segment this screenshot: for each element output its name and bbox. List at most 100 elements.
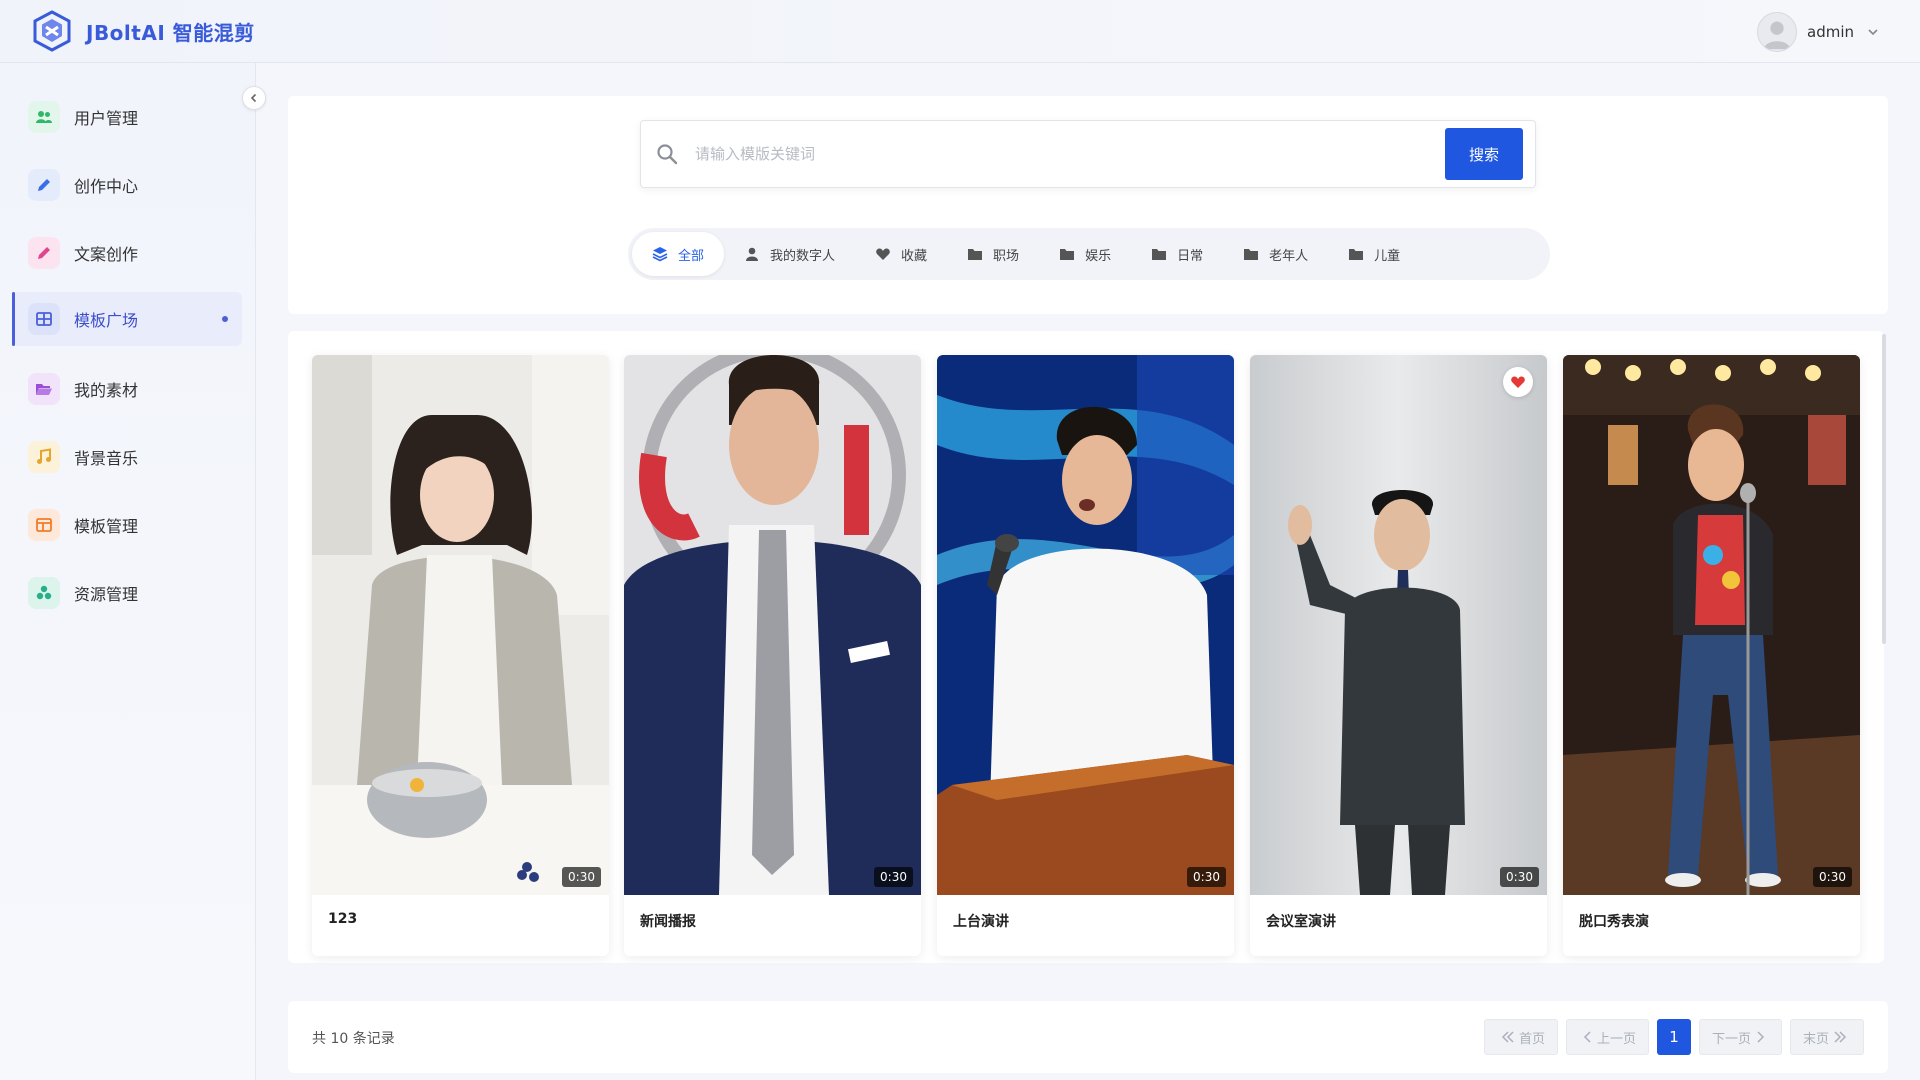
heart-icon [1511, 376, 1525, 388]
filter-entertainment[interactable]: 娱乐 [1039, 232, 1131, 276]
filter-daily[interactable]: 日常 [1131, 232, 1223, 276]
folder-icon [968, 249, 983, 260]
template-thumbnail: 0:30 [1250, 355, 1547, 895]
page-number-current[interactable]: 1 [1656, 1019, 1691, 1055]
layout-icon [28, 509, 60, 541]
template-thumbnail: 0:30 [937, 355, 1234, 895]
next-page-label: 下一页 [1711, 1031, 1751, 1047]
filter-favorites[interactable]: 收藏 [855, 232, 947, 276]
chevron-down-icon [1868, 29, 1878, 36]
users-icon [28, 101, 60, 133]
last-page-button[interactable]: 末页 [1789, 1019, 1864, 1055]
search-button[interactable]: 搜索 [1445, 128, 1523, 180]
template-card[interactable]: 0:30 上台演讲 [937, 355, 1234, 956]
template-thumbnail: 0:30 [624, 355, 921, 895]
sidebar-item-template-manage[interactable]: 模板管理 [12, 498, 242, 552]
sidebar-item-label: 创作中心 [74, 177, 139, 196]
template-card[interactable]: 0:30 会议室演讲 [1250, 355, 1547, 956]
template-preview-image [312, 355, 609, 895]
folder-icon [1060, 249, 1075, 260]
double-chevron-left-icon [1501, 1031, 1514, 1043]
filter-elderly[interactable]: 老年人 [1223, 232, 1328, 276]
sidebar-item-copywriting[interactable]: 文案创作 [12, 226, 242, 280]
pen-icon [28, 169, 60, 201]
filter-label: 收藏 [901, 248, 928, 264]
chevron-left-icon [1583, 1031, 1591, 1043]
duration-badge: 0:30 [1500, 867, 1539, 887]
avatar [1757, 12, 1797, 52]
filter-my-avatars[interactable]: 我的数字人 [724, 232, 855, 276]
template-thumbnail: 0:30 [1563, 355, 1860, 895]
template-title: 上台演讲 [953, 914, 1009, 930]
top-header: JBoltAI 智能混剪 admin [0, 0, 1920, 63]
search-panel: 搜索 全部 我的数字人 收藏 职场 娱乐 日常 老年人 [288, 96, 1888, 314]
grid-icon [28, 303, 60, 335]
duration-badge: 0:30 [1813, 867, 1852, 887]
last-page-label: 末页 [1802, 1031, 1829, 1047]
total-records: 共 10 条记录 [312, 1031, 395, 1047]
template-thumbnail: 0:30 [312, 355, 609, 895]
filter-workplace[interactable]: 职场 [947, 232, 1039, 276]
sidebar-item-users[interactable]: 用户管理 [12, 90, 242, 144]
template-title: 123 [328, 911, 358, 927]
sidebar-item-label: 背景音乐 [74, 449, 139, 468]
sidebar-collapse-button[interactable] [242, 86, 266, 110]
duration-badge: 0:30 [562, 867, 601, 887]
prev-page-button[interactable]: 上一页 [1565, 1019, 1649, 1055]
logo-icon [33, 10, 71, 52]
next-page-button[interactable]: 下一页 [1698, 1019, 1782, 1055]
favorite-toggle[interactable] [1503, 367, 1533, 397]
cubes-icon [28, 577, 60, 609]
scrollbar-thumb[interactable] [1882, 334, 1886, 644]
chevron-right-icon [1757, 1031, 1765, 1043]
pager: 首页 上一页 1 下一页 末页 [1476, 1019, 1864, 1055]
app-title: JBoltAI 智能混剪 [86, 20, 255, 45]
template-title: 会议室演讲 [1266, 914, 1336, 930]
template-card[interactable]: 0:30 123 [312, 355, 609, 956]
sidebar-item-my-materials[interactable]: 我的素材 [12, 362, 242, 416]
user-menu[interactable]: admin [1757, 12, 1880, 52]
search-input[interactable] [695, 134, 1445, 174]
first-page-button[interactable]: 首页 [1483, 1019, 1558, 1055]
filter-label: 职场 [993, 248, 1020, 264]
sidebar-item-label: 资源管理 [74, 585, 139, 604]
template-preview-image [1563, 355, 1860, 895]
sidebar-item-resource-manage[interactable]: 资源管理 [12, 566, 242, 620]
template-card[interactable]: 0:30 脱口秀表演 [1563, 355, 1860, 956]
music-icon [28, 441, 60, 473]
sidebar-item-label: 模板管理 [74, 517, 139, 536]
first-page-label: 首页 [1518, 1031, 1545, 1047]
template-preview-image [624, 355, 921, 895]
search-icon [657, 144, 678, 165]
template-grid: 0:30 123 0:30 新闻播报 0:30 上台演讲 0:30 会议室演讲 … [288, 331, 1884, 963]
template-card[interactable]: 0:30 新闻播报 [624, 355, 921, 956]
user-name: admin [1807, 23, 1854, 41]
double-chevron-right-icon [1834, 1031, 1847, 1043]
filter-label: 娱乐 [1085, 248, 1112, 264]
template-preview-image [1250, 355, 1547, 895]
sidebar: 用户管理 创作中心 文案创作 模板广场 我的素材 背景音乐 模板管理 资源管理 [0, 63, 256, 1080]
template-preview-image [937, 355, 1234, 895]
sidebar-item-label: 文案创作 [74, 245, 139, 264]
active-indicator [222, 316, 228, 322]
folder-icon [1244, 249, 1259, 260]
sidebar-item-label: 模板广场 [74, 311, 139, 330]
sidebar-item-label: 用户管理 [74, 109, 139, 128]
template-title: 新闻播报 [640, 914, 696, 930]
pagination-bar: 共 10 条记录 首页 上一页 1 下一页 末页 [288, 1001, 1888, 1073]
folder-icon [1152, 249, 1167, 260]
edit-icon [28, 237, 60, 269]
sidebar-item-template-square[interactable]: 模板广场 [12, 292, 242, 346]
filter-label: 儿童 [1374, 248, 1401, 264]
filter-all[interactable]: 全部 [632, 232, 725, 276]
avatar-user-icon [1763, 21, 1791, 50]
folder-icon [1349, 249, 1364, 260]
sidebar-item-bg-music[interactable]: 背景音乐 [12, 430, 242, 484]
search-box: 搜索 [640, 120, 1536, 188]
sidebar-item-label: 我的素材 [74, 381, 139, 400]
heart-icon [876, 248, 890, 260]
sidebar-item-creation-center[interactable]: 创作中心 [12, 158, 242, 212]
filter-children[interactable]: 儿童 [1328, 232, 1420, 276]
layers-icon [652, 247, 668, 262]
filter-label: 全部 [678, 248, 705, 264]
